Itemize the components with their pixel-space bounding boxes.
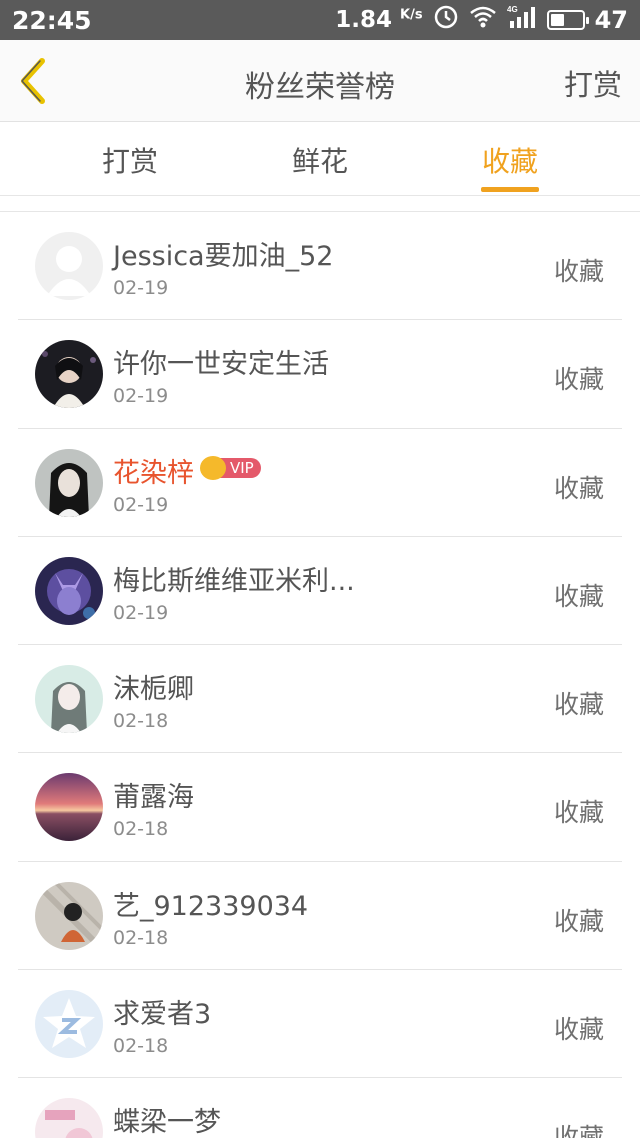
app-header: 粉丝荣誉榜 打赏 — [0, 40, 640, 122]
fan-date: 02-18 — [113, 710, 169, 733]
vip-label: VIP — [220, 457, 261, 478]
photo-avatar[interactable] — [35, 340, 103, 409]
fan-type: 收藏 — [553, 257, 604, 286]
fan-type: 收藏 — [553, 473, 604, 503]
fan-name: Jessica要加油_52 — [113, 241, 334, 272]
list-item[interactable]: 沫栀卿 02-18 收藏 — [18, 645, 622, 754]
photo-avatar[interactable] — [35, 448, 103, 517]
fan-name: 梅比斯维维亚米利... — [113, 565, 355, 597]
fan-type: 收藏 — [553, 906, 604, 936]
reward-button[interactable]: 打赏 — [564, 62, 622, 104]
fan-name: 莆露海 — [113, 782, 194, 814]
photo-avatar[interactable] — [35, 665, 103, 734]
photo-avatar[interactable] — [35, 1098, 103, 1138]
photo-avatar[interactable] — [35, 556, 103, 625]
list-item[interactable]: 求爱者3 02-18 收藏 — [18, 970, 622, 1079]
fan-type: 收藏 — [553, 1015, 604, 1045]
vip-badge: VIP — [200, 455, 261, 480]
fan-date: 02-19 — [113, 493, 169, 516]
net-speed: 1.84 K/s — [335, 7, 423, 33]
list-item[interactable]: Jessica要加油_52 02-19 收藏 — [18, 212, 622, 321]
status-bar: 22:45 1.84 K/s 4G 47 — [0, 0, 640, 40]
photo-avatar[interactable] — [35, 881, 103, 950]
fan-name: 许你一世安定生活 — [113, 349, 329, 381]
fan-date: 02-18 — [113, 1035, 169, 1058]
sunset-avatar[interactable] — [35, 773, 103, 842]
svg-text:4G: 4G — [507, 5, 518, 14]
fan-name: 艺_912339034 — [113, 890, 309, 922]
wifi-icon — [469, 5, 497, 35]
fan-name: 沫栀卿 — [113, 674, 194, 706]
divider — [0, 196, 640, 212]
fan-date: 02-19 — [113, 277, 169, 299]
list-item[interactable]: 蝶梁一梦 收藏 — [18, 1078, 622, 1138]
fan-name: 花染梓 — [113, 457, 194, 489]
fan-date: 02-18 — [113, 926, 169, 949]
tab-flowers[interactable]: 鲜花 — [292, 140, 348, 180]
list-item[interactable]: 许你一世安定生活 02-19 收藏 — [18, 320, 622, 429]
fan-type: 收藏 — [553, 1123, 604, 1138]
fan-type: 收藏 — [553, 690, 604, 720]
list-item[interactable]: 花染梓 VIP 02-19 收藏 — [18, 429, 622, 537]
fan-date: 02-19 — [113, 385, 169, 408]
active-tab-indicator — [481, 187, 539, 192]
status-indicators: 1.84 K/s 4G 47 — [335, 4, 628, 36]
qzone-star-avatar[interactable] — [35, 990, 103, 1059]
list-item[interactable]: 艺_912339034 02-18 收藏 — [18, 862, 622, 971]
list-item[interactable]: 梅比斯维维亚米利... 02-19 收藏 — [18, 537, 622, 646]
list-item[interactable]: 莆露海 02-18 收藏 — [18, 753, 622, 862]
fan-list: Jessica要加油_52 02-19 收藏 许你一世安定生活 02-19 收藏… — [18, 212, 622, 1138]
crown-icon — [200, 455, 226, 480]
fan-date: 02-19 — [113, 601, 169, 624]
page-title: 粉丝荣誉榜 — [245, 70, 395, 105]
tab-bar: 打赏 鲜花 收藏 — [0, 122, 640, 196]
status-time: 22:45 — [12, 6, 92, 35]
tab-reward[interactable]: 打赏 — [102, 140, 158, 180]
fan-type: 收藏 — [553, 365, 604, 395]
fan-type: 收藏 — [553, 798, 604, 828]
fan-name: 蝶梁一梦 — [113, 1107, 221, 1138]
fan-type: 收藏 — [553, 581, 604, 611]
default-avatar[interactable] — [35, 232, 103, 300]
battery-level: 47 — [594, 6, 628, 34]
tab-favorites[interactable]: 收藏 — [482, 140, 538, 180]
fan-date: 02-18 — [113, 818, 169, 841]
fan-name: 求爱者3 — [113, 999, 212, 1031]
battery-icon — [546, 10, 589, 30]
alarm-icon — [433, 4, 459, 36]
signal-icon: 4G — [507, 4, 537, 36]
